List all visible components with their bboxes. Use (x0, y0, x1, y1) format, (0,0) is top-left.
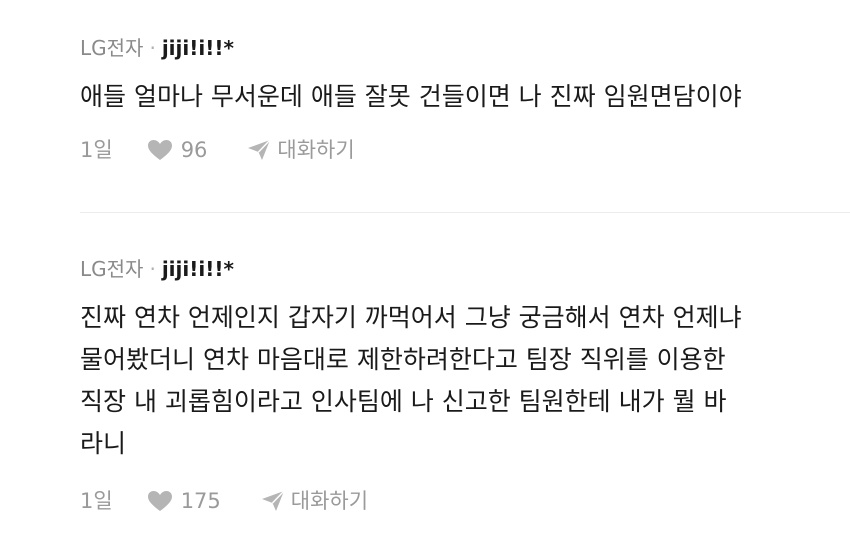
like-count: 96 (180, 138, 208, 162)
send-icon (248, 139, 271, 160)
like-button[interactable]: 175 (147, 487, 221, 515)
like-button[interactable]: 96 (147, 136, 208, 164)
comment-author-meta: LG전자 · jiji!i!!* (80, 255, 820, 283)
reply-label: 대화하기 (290, 489, 369, 513)
meta-separator: · (149, 36, 156, 60)
reply-label: 대화하기 (277, 138, 355, 162)
send-icon (261, 490, 285, 511)
reply-button[interactable]: 대화하기 (261, 487, 368, 515)
comment-time: 1일 (80, 138, 113, 162)
comment-author-meta: LG전자 · jiji!i!!* (80, 34, 820, 62)
heart-icon (147, 140, 172, 160)
comment-text: 애들 얼마나 무서운데 애들 잘못 건들이면 나 진짜 임원면담이야 (80, 82, 742, 111)
like-count: 175 (180, 489, 221, 513)
author-nickname[interactable]: jiji!i!!* (162, 255, 234, 283)
comment-time: 1일 (80, 489, 113, 513)
comment-item: LG전자 · jiji!i!!* 진짜 연차 언제인지 갑자기 까먹어서 그냥 … (80, 255, 820, 515)
comment-actions: 1일 96 대화하기 (80, 136, 820, 164)
comment-text: 진짜 연차 언제인지 갑자기 까먹어서 그냥 궁금해서 연차 언제냐 물어봤더니… (80, 303, 742, 458)
author-company: LG전자 (80, 257, 144, 281)
comment-item: LG전자 · jiji!i!!* 애들 얼마나 무서운데 애들 잘못 건들이면 … (80, 34, 820, 164)
author-company: LG전자 (80, 36, 144, 60)
meta-separator: · (149, 257, 156, 281)
reply-button[interactable]: 대화하기 (247, 136, 355, 164)
comment-divider (80, 212, 850, 213)
comment-actions: 1일 175 대화하기 (80, 487, 820, 515)
author-nickname[interactable]: jiji!i!!* (162, 34, 234, 62)
heart-icon (147, 491, 172, 511)
